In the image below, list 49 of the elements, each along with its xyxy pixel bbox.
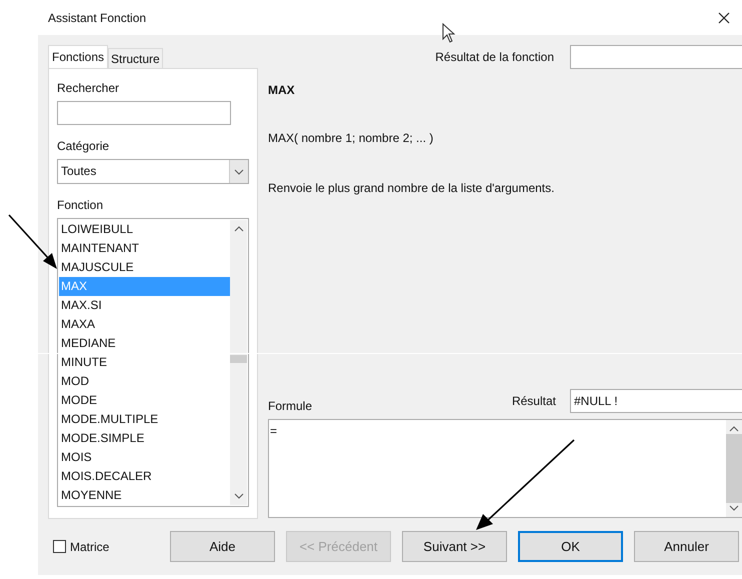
formula-field[interactable]: =: [268, 419, 742, 518]
function-item[interactable]: MOD: [59, 372, 230, 391]
close-icon[interactable]: [718, 12, 730, 24]
category-dropdown[interactable]: Toutes: [57, 159, 249, 184]
chevron-down-icon[interactable]: [234, 493, 244, 499]
result-field[interactable]: #NULL !: [570, 389, 742, 413]
chevron-down-icon[interactable]: [729, 505, 739, 511]
function-result-field[interactable]: [570, 45, 742, 69]
function-item[interactable]: MINUTE: [59, 353, 230, 372]
annotation-arrow: [7, 213, 59, 271]
function-result-label: Résultat de la fonction: [435, 50, 554, 64]
window-title: Assistant Fonction: [48, 10, 146, 24]
dialog-button[interactable]: OK: [518, 531, 623, 562]
function-item[interactable]: MOYENNE: [59, 486, 230, 505]
matrix-label: Matrice: [70, 540, 110, 554]
function-item[interactable]: MAXA: [59, 315, 230, 334]
dialog-button[interactable]: Suivant >>: [402, 531, 507, 562]
function-item[interactable]: MODE.SIMPLE: [59, 429, 230, 448]
dialog-button[interactable]: Aide: [170, 531, 275, 562]
scrollbar-thumb[interactable]: [726, 434, 742, 503]
pointer-icon: [442, 23, 456, 43]
function-syntax: MAX( nombre 1; nombre 2; ... ): [268, 131, 434, 145]
function-item[interactable]: MAJUSCULE: [59, 258, 230, 277]
category-label: Catégorie: [57, 139, 110, 153]
search-label: Rechercher: [57, 81, 120, 95]
function-item[interactable]: MAX.SI: [59, 296, 230, 315]
function-description: Renvoie le plus grand nombre de la liste d'arguments.: [268, 181, 556, 195]
function-item[interactable]: MAINTENANT: [59, 239, 230, 258]
scrollbar-thumb[interactable]: [230, 355, 247, 363]
chevron-up-icon[interactable]: [234, 226, 244, 232]
function-item[interactable]: MODE.MULTIPLE: [59, 410, 230, 429]
tab[interactable]: Structure: [108, 48, 163, 68]
formula-label: Formule: [268, 399, 314, 413]
tab[interactable]: Fonctions: [48, 45, 108, 68]
matrix-checkbox[interactable]: [53, 540, 66, 553]
function-label: Fonction: [57, 198, 104, 212]
chevron-up-icon[interactable]: [729, 426, 739, 432]
function-item[interactable]: MOIS.DECALER: [59, 467, 230, 486]
search-field[interactable]: [57, 101, 231, 125]
function-item[interactable]: MOIS: [59, 448, 230, 467]
scrollbar[interactable]: [726, 420, 742, 517]
function-item[interactable]: MEDIANE: [59, 334, 230, 353]
dialog-button[interactable]: Annuler: [634, 531, 739, 562]
function-item[interactable]: LOIWEIBULL: [59, 220, 230, 239]
result-label: Résultat: [512, 394, 556, 408]
chevron-down-icon: [234, 168, 244, 174]
scrollbar[interactable]: [230, 220, 247, 505]
function-item[interactable]: MODE: [59, 391, 230, 410]
function-name: MAX: [268, 83, 296, 97]
